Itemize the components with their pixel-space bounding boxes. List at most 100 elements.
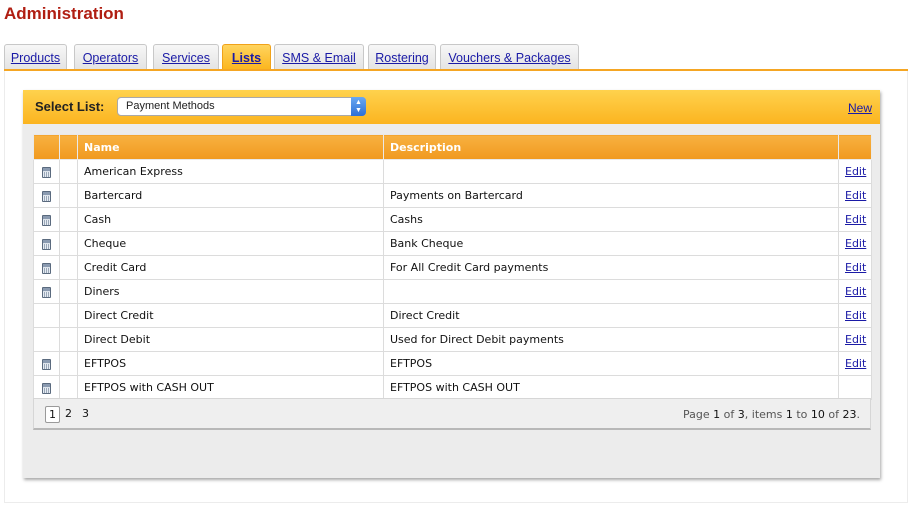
row-icon-cell [33, 327, 60, 352]
table-row: EFTPOS EFTPOS Edit [33, 351, 872, 376]
description-cell: EFTPOS with CASH OUT [383, 375, 839, 400]
calculator-icon [42, 358, 51, 370]
calculator-icon [42, 238, 51, 250]
edit-cell: Edit [838, 351, 872, 376]
page-link-1[interactable]: 1 [45, 406, 60, 423]
row-icon-cell [33, 255, 60, 280]
tab-sms-email[interactable]: SMS & Email [274, 44, 364, 70]
row-icon-cell [33, 207, 60, 232]
description-cell: For All Credit Card payments [383, 255, 839, 280]
edit-cell: Edit [838, 303, 872, 328]
page-title: Administration [4, 4, 124, 23]
list-select-value: Payment Methods [126, 100, 215, 112]
row-icon-cell [33, 159, 60, 184]
pager: 1 2 3 Page 1 of 3, items 1 to 10 of 23. [33, 398, 871, 430]
edit-link[interactable]: Edit [845, 213, 866, 226]
list-panel: Select List: Payment Methods ▲ ▼ New Name… [23, 90, 880, 478]
select-list-label: Select List: [35, 99, 105, 114]
name-cell: Diners [77, 279, 384, 304]
row-flag-cell [59, 303, 78, 328]
tab-rostering[interactable]: Rostering [368, 44, 436, 70]
table-row: Diners Edit [33, 279, 872, 304]
calculator-icon [42, 382, 51, 394]
tab-lists[interactable]: Lists [222, 44, 271, 70]
row-flag-cell [59, 375, 78, 400]
description-cell: Direct Credit [383, 303, 839, 328]
page-link-2[interactable]: 2 [61, 406, 76, 423]
description-cell: Cashs [383, 207, 839, 232]
new-link[interactable]: New [848, 101, 872, 115]
row-flag-cell [59, 231, 78, 256]
name-cell: Cash [77, 207, 384, 232]
edit-cell [838, 375, 872, 400]
edit-link[interactable]: Edit [845, 237, 866, 250]
calculator-icon [42, 166, 51, 178]
edit-link[interactable]: Edit [845, 165, 866, 178]
page-link-3[interactable]: 3 [78, 406, 93, 423]
description-cell: EFTPOS [383, 351, 839, 376]
row-icon-cell [33, 279, 60, 304]
row-icon-cell [33, 231, 60, 256]
name-cell: EFTPOS with CASH OUT [77, 375, 384, 400]
edit-cell: Edit [838, 231, 872, 256]
table-row: Bartercard Payments on Bartercard Edit [33, 183, 872, 208]
row-flag-cell [59, 351, 78, 376]
tab-vouchers-packages[interactable]: Vouchers & Packages [440, 44, 579, 70]
tab-products[interactable]: Products [4, 44, 67, 70]
row-flag-cell [59, 255, 78, 280]
table-row: Direct Debit Used for Direct Debit paymen… [33, 327, 872, 352]
list-select[interactable]: Payment Methods ▲ ▼ [117, 97, 366, 116]
edit-link[interactable]: Edit [845, 285, 866, 298]
icon-column-header [33, 134, 60, 160]
name-cell: Credit Card [77, 255, 384, 280]
row-flag-cell [59, 207, 78, 232]
select-arrows-icon: ▲ ▼ [351, 97, 366, 116]
edit-cell: Edit [838, 159, 872, 184]
calculator-icon [42, 286, 51, 298]
edit-link[interactable]: Edit [845, 357, 866, 370]
table-row: American Express Edit [33, 159, 872, 184]
row-icon-cell [33, 303, 60, 328]
table-row: Cash Cashs Edit [33, 207, 872, 232]
name-cell: Direct Credit [77, 303, 384, 328]
name-cell: Direct Debit [77, 327, 384, 352]
table-row: Direct Credit Direct Credit Edit [33, 303, 872, 328]
page-info: Page 1 of 3, items 1 to 10 of 23. [683, 408, 860, 421]
name-cell: Bartercard [77, 183, 384, 208]
name-cell: EFTPOS [77, 351, 384, 376]
description-cell [383, 279, 839, 304]
row-flag-cell [59, 327, 78, 352]
edit-link[interactable]: Edit [845, 333, 866, 346]
name-cell: Cheque [77, 231, 384, 256]
edit-cell: Edit [838, 255, 872, 280]
row-flag-cell [59, 183, 78, 208]
table-row: Credit Card For All Credit Card payments E… [33, 255, 872, 280]
edit-cell: Edit [838, 279, 872, 304]
table-body: American Express Edit Bartercard Payments o… [33, 159, 872, 400]
edit-link[interactable]: Edit [845, 189, 866, 202]
name-cell: American Express [77, 159, 384, 184]
row-icon-cell [33, 351, 60, 376]
tab-operators[interactable]: Operators [74, 44, 147, 70]
calculator-icon [42, 262, 51, 274]
description-cell [383, 159, 839, 184]
table-header-row: Name Description [33, 134, 872, 160]
payment-methods-table: Name Description American Express Edit Bar… [33, 134, 872, 400]
edit-cell: Edit [838, 327, 872, 352]
table-row: Cheque Bank Cheque Edit [33, 231, 872, 256]
panel-header: Select List: Payment Methods ▲ ▼ New [23, 90, 880, 124]
table-row: EFTPOS with CASH OUT EFTPOS with CASH OUT [33, 375, 872, 400]
description-cell: Used for Direct Debit payments [383, 327, 839, 352]
name-column-header[interactable]: Name [77, 134, 384, 160]
row-icon-cell [33, 375, 60, 400]
edit-cell: Edit [838, 207, 872, 232]
description-cell: Bank Cheque [383, 231, 839, 256]
edit-link[interactable]: Edit [845, 309, 866, 322]
tab-services[interactable]: Services [153, 44, 219, 70]
calculator-icon [42, 190, 51, 202]
description-column-header[interactable]: Description [383, 134, 839, 160]
edit-cell: Edit [838, 183, 872, 208]
row-icon-cell [33, 183, 60, 208]
edit-link[interactable]: Edit [845, 261, 866, 274]
calculator-icon [42, 214, 51, 226]
